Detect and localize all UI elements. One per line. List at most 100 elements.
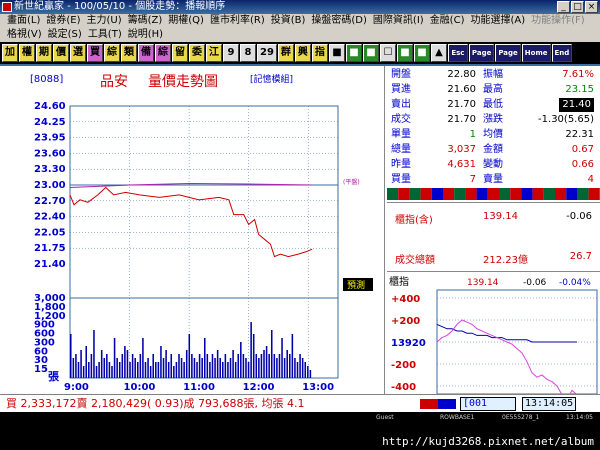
volume-bar xyxy=(113,338,116,378)
toolbar-button-24[interactable]: ■ xyxy=(413,44,430,62)
maximize-button[interactable]: □ xyxy=(571,1,584,13)
menu-item-8[interactable]: 國際資訊(I) xyxy=(370,14,427,28)
menu-item-0[interactable]: 畫面(L) xyxy=(4,14,43,28)
toolbar-button-19[interactable]: ■ xyxy=(328,44,345,62)
toolbar-button-13[interactable]: 9 xyxy=(223,44,239,62)
toolbar-button-16[interactable]: 群 xyxy=(277,44,294,62)
volume-bar xyxy=(301,358,304,378)
mini-tick-label: +400 xyxy=(391,294,420,305)
menu2-item-3[interactable]: 說明(H) xyxy=(125,28,166,42)
volume-bar xyxy=(294,358,296,378)
toolbar-button-7[interactable]: 類 xyxy=(121,44,137,62)
toolbar-button-11[interactable]: 委 xyxy=(189,44,205,62)
toolbar-button-2[interactable]: 期 xyxy=(36,44,52,62)
toolbar-button-23[interactable]: ■ xyxy=(396,44,413,62)
bid-ask-segment xyxy=(510,188,522,200)
volume-bar xyxy=(268,354,270,378)
price-tick-label: 23.00 xyxy=(34,180,66,191)
mini-tick-label: -200 xyxy=(391,360,416,371)
price-tick-label: 22.70 xyxy=(34,196,66,207)
price-tick-label: 24.60 xyxy=(34,101,66,112)
bid-ask-segment xyxy=(409,188,421,200)
quote-label: 買量 xyxy=(391,174,411,185)
toolbar-button-12[interactable]: 江 xyxy=(206,44,222,62)
toolbar-button-6[interactable]: 綜 xyxy=(104,44,120,62)
volume-bar xyxy=(237,354,240,378)
volume-bar xyxy=(250,322,252,378)
bid-ask-segment xyxy=(431,188,443,200)
menu-item-3[interactable]: 籌碼(Z) xyxy=(125,14,166,28)
volume-bar xyxy=(307,366,309,378)
volume-bar xyxy=(106,354,108,378)
ref-price-tag: (平盤) xyxy=(343,178,360,186)
volume-bar xyxy=(70,334,72,378)
toolbar-button-18[interactable]: 指 xyxy=(311,44,328,62)
toolbar-button-30[interactable]: End xyxy=(551,44,573,62)
toolbar-button-28[interactable]: Page xyxy=(495,44,521,62)
window-title: 新世紀贏家 - 100/05/10 - 個股走勢：播報順序 xyxy=(14,1,226,12)
menu-item-9[interactable]: 金融(C) xyxy=(427,14,468,28)
toolbar-button-9[interactable]: 綜 xyxy=(155,44,171,62)
toolbar-button-22[interactable]: ☐ xyxy=(379,44,396,62)
volume-bar xyxy=(118,362,121,378)
toolbar-button-27[interactable]: Page xyxy=(468,44,495,62)
toolbar-button-0[interactable]: 加 xyxy=(2,44,18,62)
minimize-button[interactable]: _ xyxy=(557,1,570,13)
toolbar-button-20[interactable]: ■ xyxy=(345,44,362,62)
menu-item-11[interactable]: 功能操作(F) xyxy=(528,14,588,28)
volume-bar xyxy=(219,358,221,378)
menu-item-10[interactable]: 功能選擇(A) xyxy=(467,14,528,28)
quote-value: 21.60 xyxy=(447,84,476,95)
quote-label: 昨量 xyxy=(391,159,411,170)
total-label: 成交總額 xyxy=(395,255,435,266)
menu2-item-2[interactable]: 工具(T) xyxy=(85,28,125,42)
toolbar-button-3[interactable]: 價 xyxy=(53,44,69,62)
volume-bar xyxy=(255,354,258,378)
toolbar-button-15[interactable]: 29 xyxy=(257,44,277,62)
menu-item-4[interactable]: 期權(Q) xyxy=(165,14,207,28)
index-mini-chart: 櫃指 139.14 -0.06 -0.04% +400 +200 13920 -200… xyxy=(389,275,598,396)
close-button[interactable]: × xyxy=(585,1,598,13)
quote-label: 總量 xyxy=(391,144,411,155)
menu-item-6[interactable]: 投資(B) xyxy=(268,14,309,28)
toolbar-button-29[interactable]: Home xyxy=(521,44,551,62)
mini-tick-label: -400 xyxy=(391,382,416,393)
price-tick-label: 21.40 xyxy=(34,259,66,270)
menu-item-7[interactable]: 操盤密碼(D) xyxy=(308,14,370,28)
menu-item-5[interactable]: 匯市利率(R) xyxy=(207,14,268,28)
menu-item-2[interactable]: 主力(U) xyxy=(84,14,125,28)
menu-row-1: 畫面(L) 證券(E) 主力(U) 籌碼(Z) 期權(Q) 匯市利率(R) 投資(B) 操盤密… xyxy=(0,14,600,28)
quote-panel: 開盤 22.80 振幅 7.61% 買進 21.60 最高 23.15 賣出 21.… xyxy=(387,66,600,396)
menu2-item-1[interactable]: 設定(S) xyxy=(45,28,85,42)
volume-bar xyxy=(98,362,100,378)
toolbar-button-25[interactable]: ▲ xyxy=(430,44,447,62)
toolbar-button-5[interactable]: 買 xyxy=(87,44,103,62)
code-input[interactable]: [001 xyxy=(460,397,516,411)
toolbar-button-10[interactable]: 留 xyxy=(172,44,188,62)
bid-ask-segment xyxy=(487,188,499,200)
toolbar-button-17[interactable]: 興 xyxy=(294,44,311,62)
quote-label: 成交 xyxy=(391,114,411,125)
toolbar-button-4[interactable]: 選 xyxy=(70,44,86,62)
volume-bar xyxy=(245,358,247,378)
price-line xyxy=(69,186,313,258)
memory-mode[interactable]: [記憶模組] xyxy=(250,73,293,85)
price-tick-label: 24.25 xyxy=(34,117,66,128)
quote-row: 成交 21.70 漲跌 -1.30(5.65) xyxy=(387,113,600,127)
volume-bar xyxy=(144,362,147,378)
menu-item-1[interactable]: 證券(E) xyxy=(43,14,83,28)
toolbar-button-21[interactable]: ■ xyxy=(362,44,379,62)
bid-ask-segment xyxy=(555,188,567,200)
taskbar-session: 0E555278_1 xyxy=(502,414,540,421)
toolbar-button-8[interactable]: 備 xyxy=(138,44,154,62)
toolbar-button-1[interactable]: 權 xyxy=(19,44,35,62)
toolbar-button-26[interactable]: Esc xyxy=(447,44,468,62)
volume-bar xyxy=(183,362,185,378)
chart-canvas: [8088] 品安 量價走勢圖 [記憶模組] (平盤) 預測 24.60 24.2… xyxy=(30,73,373,393)
volume-bar xyxy=(234,362,237,378)
quick-toolbar: 加權期價選買綜類備綜留委江 9 8 29 群興指 ■ ■ ■ ☐ ■ ■ ▲ Esc Page Page Ho… xyxy=(0,42,600,64)
volume-bar xyxy=(252,334,255,378)
menu2-item-0[interactable]: 格視(V) xyxy=(4,28,45,42)
volume-bar xyxy=(273,354,276,378)
toolbar-button-14[interactable]: 8 xyxy=(240,44,256,62)
